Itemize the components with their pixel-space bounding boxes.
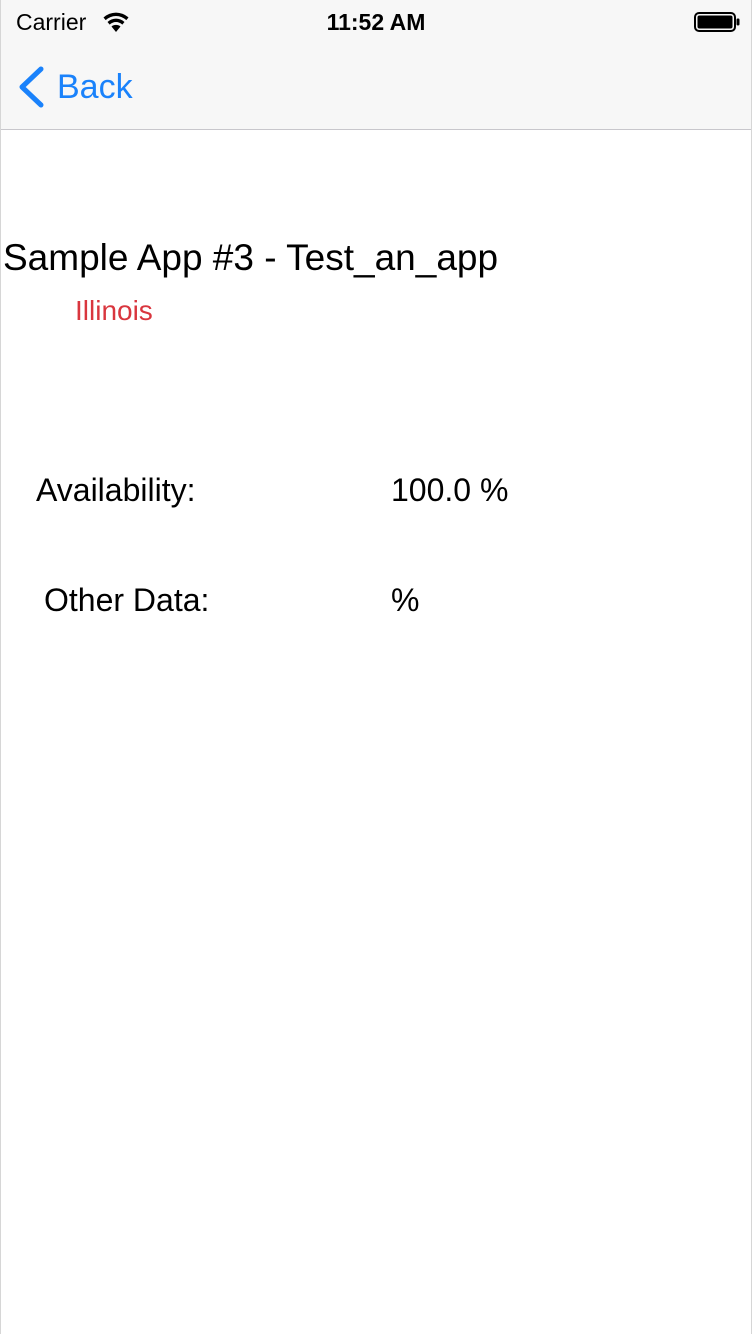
battery-full-icon — [694, 12, 740, 32]
navigation-bar: Back — [1, 44, 751, 130]
screen: Carrier 11:52 AM Back Sample App #3 - Te… — [0, 0, 752, 1334]
status-time: 11:52 AM — [326, 9, 426, 35]
availability-label: Availability: — [36, 472, 196, 508]
app-title: Sample App #3 - Test_an_app — [3, 237, 499, 278]
other-data-value: % — [391, 582, 420, 618]
status-bar: Carrier 11:52 AM — [1, 0, 751, 44]
back-button[interactable]: Back — [17, 64, 133, 110]
detail-content: Sample App #3 - Test_an_app Illinois Ava… — [1, 131, 751, 1334]
app-region-label: Illinois — [75, 295, 153, 326]
other-data-label: Other Data: — [44, 582, 210, 618]
back-button-label: Back — [57, 67, 133, 106]
availability-value: 100.0 % — [391, 472, 509, 508]
chevron-left-icon — [19, 66, 44, 108]
